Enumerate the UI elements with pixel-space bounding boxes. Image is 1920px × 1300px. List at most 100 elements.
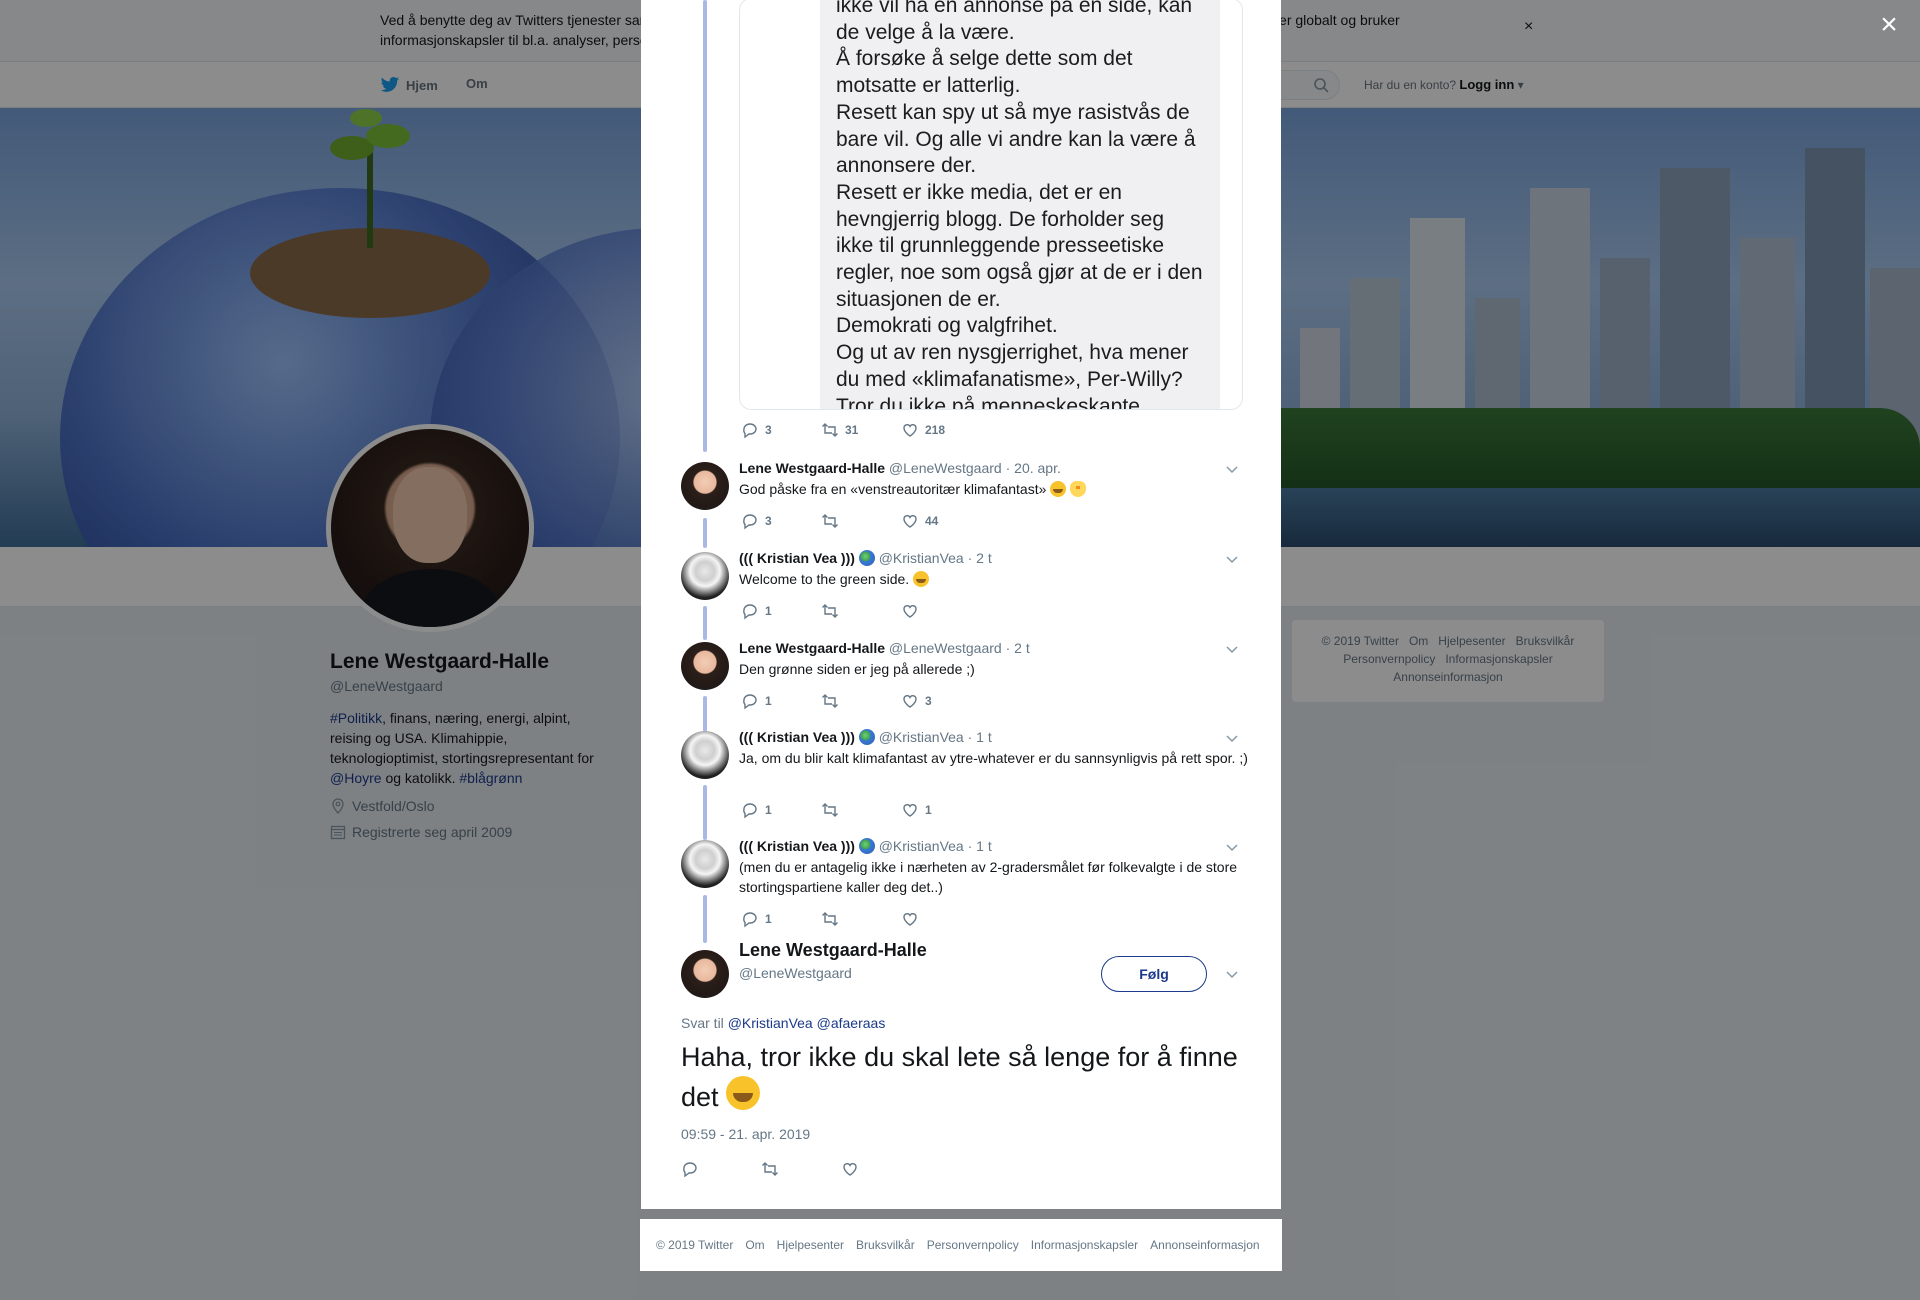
reply-mention-kristianvea[interactable]: @KristianVea	[728, 1015, 813, 1031]
tweet-time[interactable]: · 2 t	[968, 550, 992, 566]
retweet-button[interactable]	[761, 1160, 841, 1178]
retweet-button[interactable]	[821, 801, 901, 819]
tweet-author-name[interactable]: ((( Kristian Vea )))	[739, 729, 855, 745]
tweet-text-body: Haha, tror ikke du skal lete så lenge fo…	[681, 1042, 1238, 1112]
retweet-button[interactable]	[821, 512, 901, 530]
footer-link-hjelpesenter[interactable]: Hjelpesenter	[777, 1238, 844, 1252]
reply-icon	[743, 423, 757, 439]
heart-icon	[843, 1163, 857, 1176]
avatar[interactable]	[681, 950, 729, 998]
close-icon[interactable]: ×	[1874, 10, 1904, 40]
like-button[interactable]	[901, 910, 981, 928]
tweet-author-name[interactable]: ((( Kristian Vea )))	[739, 838, 855, 854]
reply-button[interactable]	[681, 1160, 761, 1178]
like-button[interactable]	[841, 1160, 921, 1178]
footer-link-annonseinformasjon[interactable]: Annonseinformasjon	[1150, 1238, 1259, 1252]
footer-link-copyright[interactable]: © 2019 Twitter	[656, 1238, 733, 1252]
footer-link-bruksvilkar[interactable]: Bruksvilkår	[856, 1238, 915, 1252]
like-button[interactable]: 44	[901, 512, 981, 530]
like-button[interactable]: 1	[901, 801, 981, 819]
reply-button[interactable]: 1	[741, 910, 821, 928]
reply-button[interactable]: 1	[741, 602, 821, 620]
like-button[interactable]	[901, 602, 981, 620]
reply-button[interactable]: 3	[741, 512, 821, 530]
reply-button[interactable]: 1	[741, 692, 821, 710]
reply-count: 3	[765, 514, 772, 528]
tweet-author-name[interactable]: ((( Kristian Vea )))	[739, 550, 855, 566]
tweet-author-name[interactable]: Lene Westgaard-Halle	[739, 640, 885, 656]
tweet-actions: 3 31 218	[741, 421, 981, 439]
chevron-down-icon[interactable]	[1225, 462, 1239, 476]
retweet-icon	[822, 694, 838, 708]
retweet-count: 31	[845, 423, 859, 437]
tweet-author-name[interactable]: Lene Westgaard-Halle	[739, 940, 927, 961]
like-count: 218	[925, 423, 946, 437]
chevron-down-icon[interactable]	[1225, 967, 1239, 981]
tweet-attached-image[interactable]: ikke vil ha en annonse på en side, kan d…	[739, 0, 1243, 410]
tweet-header: ((( Kristian Vea ))) @KristianVea · 1 t	[739, 838, 992, 854]
chevron-down-icon[interactable]	[1225, 840, 1239, 854]
chevron-down-icon[interactable]	[1225, 642, 1239, 656]
avatar[interactable]	[681, 840, 729, 888]
footer-link-informasjonskapsler[interactable]: Informasjonskapsler	[1031, 1238, 1138, 1252]
like-button[interactable]: 3	[901, 692, 981, 710]
tweet-time[interactable]: · 2 t	[1006, 640, 1030, 656]
heart-icon	[903, 804, 917, 817]
tweet-author-handle[interactable]: @KristianVea	[879, 550, 964, 566]
thread-line	[703, 0, 707, 452]
retweet-icon	[822, 514, 838, 528]
avatar[interactable]	[681, 552, 729, 600]
tweet-actions: 1	[741, 910, 981, 928]
globe-emoji-icon	[858, 838, 875, 854]
heart-icon	[903, 515, 917, 528]
tweet-author-handle[interactable]: @KristianVea	[879, 729, 964, 745]
tweet-text: Welcome to the green side.	[739, 569, 1249, 589]
screenshot-of-text: ikke vil ha en annonse på en side, kan d…	[820, 0, 1220, 410]
tweet-thread-modal: ikke vil ha en annonse på en side, kan d…	[641, 0, 1281, 1209]
image-text: ikke vil ha en annonse på en side, kan d…	[836, 0, 1203, 410]
tweet-timestamp[interactable]: 09:59 - 21. apr. 2019	[681, 1126, 810, 1142]
chevron-down-icon[interactable]	[1225, 552, 1239, 566]
retweet-button[interactable]	[821, 602, 901, 620]
avatar[interactable]	[681, 731, 729, 779]
like-button[interactable]: 218	[901, 421, 981, 439]
grinning-emoji-icon	[913, 571, 930, 587]
retweet-button[interactable]	[821, 910, 901, 928]
chick-emoji-icon	[1070, 481, 1087, 497]
tweet-author-handle[interactable]: @LeneWestgaard	[739, 965, 852, 981]
footer-link-om[interactable]: Om	[745, 1238, 764, 1252]
tweet-text: Den grønne siden er jeg på allerede ;)	[739, 661, 975, 677]
like-count: 3	[925, 694, 932, 708]
thread-line	[703, 785, 707, 840]
retweet-button[interactable]	[821, 692, 901, 710]
reply-count: 1	[765, 912, 772, 926]
reply-icon	[743, 514, 757, 530]
heart-icon	[903, 424, 917, 437]
retweet-icon	[762, 1162, 778, 1176]
chevron-down-icon[interactable]	[1225, 731, 1239, 745]
thread-line	[703, 518, 707, 548]
tweet-author-handle[interactable]: @LeneWestgaard	[889, 640, 1002, 656]
avatar[interactable]	[681, 462, 729, 510]
reply-button[interactable]: 1	[741, 801, 821, 819]
retweet-button[interactable]: 31	[821, 421, 901, 439]
retweet-icon	[822, 912, 838, 926]
tweet-header: Lene Westgaard-Halle @LeneWestgaard · 2 …	[739, 640, 1030, 656]
avatar[interactable]	[681, 642, 729, 690]
reply-to-label: Svar til	[681, 1015, 724, 1031]
globe-emoji-icon	[858, 729, 875, 745]
follow-button[interactable]: Følg	[1101, 956, 1207, 992]
heart-icon	[903, 605, 917, 618]
footer-link-personvern[interactable]: Personvernpolicy	[927, 1238, 1019, 1252]
tweet-header: ((( Kristian Vea ))) @KristianVea · 2 t	[739, 550, 992, 566]
reply-button[interactable]: 3	[741, 421, 821, 439]
like-count: 1	[925, 803, 932, 817]
tweet-author-handle[interactable]: @LeneWestgaard	[889, 460, 1002, 476]
tweet-author-name[interactable]: Lene Westgaard-Halle	[739, 460, 885, 476]
reply-mention-afaeraas[interactable]: @afaeraas	[817, 1015, 886, 1031]
tweet-author-handle[interactable]: @KristianVea	[879, 838, 964, 854]
tweet-time[interactable]: · 1 t	[968, 729, 992, 745]
tweet-time[interactable]: · 20. apr.	[1006, 460, 1061, 476]
heart-icon	[903, 695, 917, 708]
tweet-time[interactable]: · 1 t	[968, 838, 992, 854]
